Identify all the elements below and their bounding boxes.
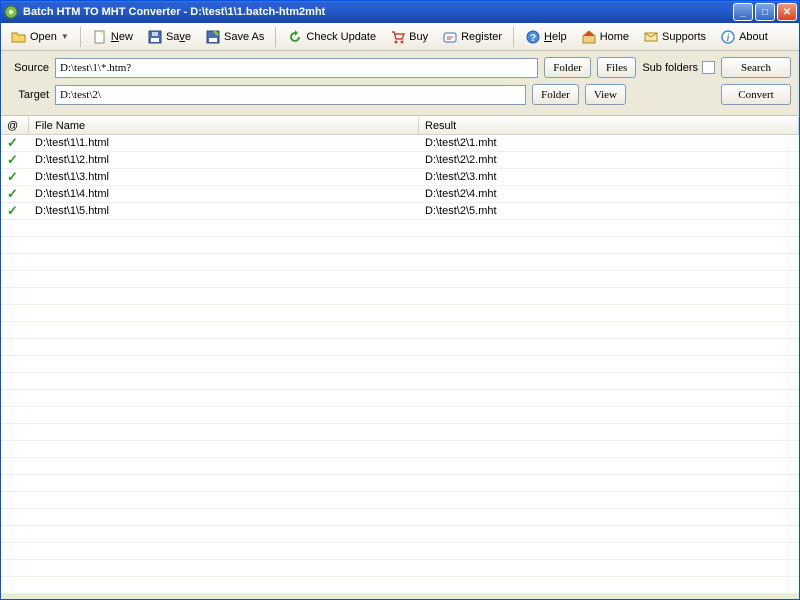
home-button[interactable]: Home [575,26,635,48]
table-row[interactable] [1,577,799,594]
buy-button[interactable]: Buy [384,26,434,48]
new-file-icon [92,29,108,45]
supports-button[interactable]: Supports [637,26,712,48]
table-row[interactable]: ✓ D:\test\1\1.htmlD:\test\2\1.mht [1,135,799,152]
table-row[interactable] [1,339,799,356]
home-icon [581,29,597,45]
table-row[interactable] [1,441,799,458]
svg-text:i: i [727,33,730,44]
table-row[interactable] [1,254,799,271]
check-update-button[interactable]: Check Update [281,26,382,48]
source-files-button[interactable]: Files [597,57,636,78]
cell-result: D:\test\2\1.mht [419,137,799,149]
about-button[interactable]: i About [714,26,774,48]
minimize-button[interactable]: _ [733,3,753,21]
file-list: @ File Name Result ✓D:\test\1\1.htmlD:\t… [1,116,799,594]
table-row[interactable]: ✓ D:\test\1\4.htmlD:\test\2\4.mht [1,186,799,203]
target-input[interactable] [55,85,526,105]
source-folder-button[interactable]: Folder [544,57,591,78]
app-icon [3,4,19,20]
save-button[interactable]: Save [141,26,197,48]
toolbar: Open ▼ New Save Save As Check Update Buy… [1,23,799,51]
source-label: Source [9,62,49,74]
path-panel: Source Folder Files Sub folders Search T… [1,51,799,116]
table-row[interactable] [1,492,799,509]
target-folder-button[interactable]: Folder [532,84,579,105]
target-view-button[interactable]: View [585,84,626,105]
table-row[interactable] [1,288,799,305]
subfolders-checkbox[interactable] [702,61,715,74]
help-button[interactable]: ? Help [519,26,573,48]
cell-result: D:\test\2\2.mht [419,154,799,166]
help-icon: ? [525,29,541,45]
check-icon: ✓ [7,152,18,167]
window-title: Batch HTM TO MHT Converter - D:\test\1\1… [23,6,733,18]
save-as-icon [205,29,221,45]
save-as-button[interactable]: Save As [199,26,270,48]
cell-result: D:\test\2\3.mht [419,171,799,183]
close-button[interactable]: ✕ [777,3,797,21]
refresh-icon [287,29,303,45]
cell-filename: D:\test\1\2.html [29,154,419,166]
register-icon [442,29,458,45]
check-icon: ✓ [7,169,18,184]
table-row[interactable] [1,458,799,475]
convert-button[interactable]: Convert [721,84,791,105]
dropdown-icon[interactable]: ▼ [61,32,69,41]
table-row[interactable] [1,220,799,237]
cell-filename: D:\test\1\3.html [29,171,419,183]
col-status[interactable]: @ [1,117,29,134]
table-row[interactable] [1,543,799,560]
title-bar: Batch HTM TO MHT Converter - D:\test\1\1… [1,1,799,23]
table-row[interactable] [1,322,799,339]
table-row[interactable]: ✓ D:\test\1\3.htmlD:\test\2\3.mht [1,169,799,186]
col-filename[interactable]: File Name [29,117,419,134]
table-row[interactable] [1,526,799,543]
table-row[interactable]: ✓ D:\test\1\2.htmlD:\test\2\2.mht [1,152,799,169]
check-icon: ✓ [7,186,18,201]
save-icon [147,29,163,45]
info-icon: i [720,29,736,45]
table-row[interactable] [1,356,799,373]
subfolders-label: Sub folders [642,62,698,74]
table-row[interactable]: ✓ D:\test\1\5.htmlD:\test\2\5.mht [1,203,799,220]
list-body[interactable]: ✓ D:\test\1\1.htmlD:\test\2\1.mht ✓ D:\test… [1,135,799,595]
target-label: Target [9,89,49,101]
cell-filename: D:\test\1\1.html [29,137,419,149]
table-row[interactable] [1,424,799,441]
register-button[interactable]: Register [436,26,508,48]
table-row[interactable] [1,373,799,390]
svg-text:?: ? [530,33,536,44]
table-row[interactable] [1,390,799,407]
cell-result: D:\test\2\5.mht [419,205,799,217]
cell-filename: D:\test\1\4.html [29,188,419,200]
new-button[interactable]: New [86,26,139,48]
table-row[interactable] [1,475,799,492]
cell-result: D:\test\2\4.mht [419,188,799,200]
check-icon: ✓ [7,203,18,218]
supports-icon [643,29,659,45]
table-row[interactable] [1,237,799,254]
source-input[interactable] [55,58,538,78]
table-row[interactable] [1,509,799,526]
table-row[interactable] [1,560,799,577]
table-row[interactable] [1,305,799,322]
list-header: @ File Name Result [1,117,799,135]
check-icon: ✓ [7,135,18,150]
cell-filename: D:\test\1\5.html [29,205,419,217]
folder-open-icon [11,29,27,45]
cart-icon [390,29,406,45]
open-button[interactable]: Open ▼ [5,26,75,48]
col-result[interactable]: Result [419,117,799,134]
search-button[interactable]: Search [721,57,791,78]
maximize-button[interactable]: □ [755,3,775,21]
table-row[interactable] [1,271,799,288]
table-row[interactable] [1,407,799,424]
